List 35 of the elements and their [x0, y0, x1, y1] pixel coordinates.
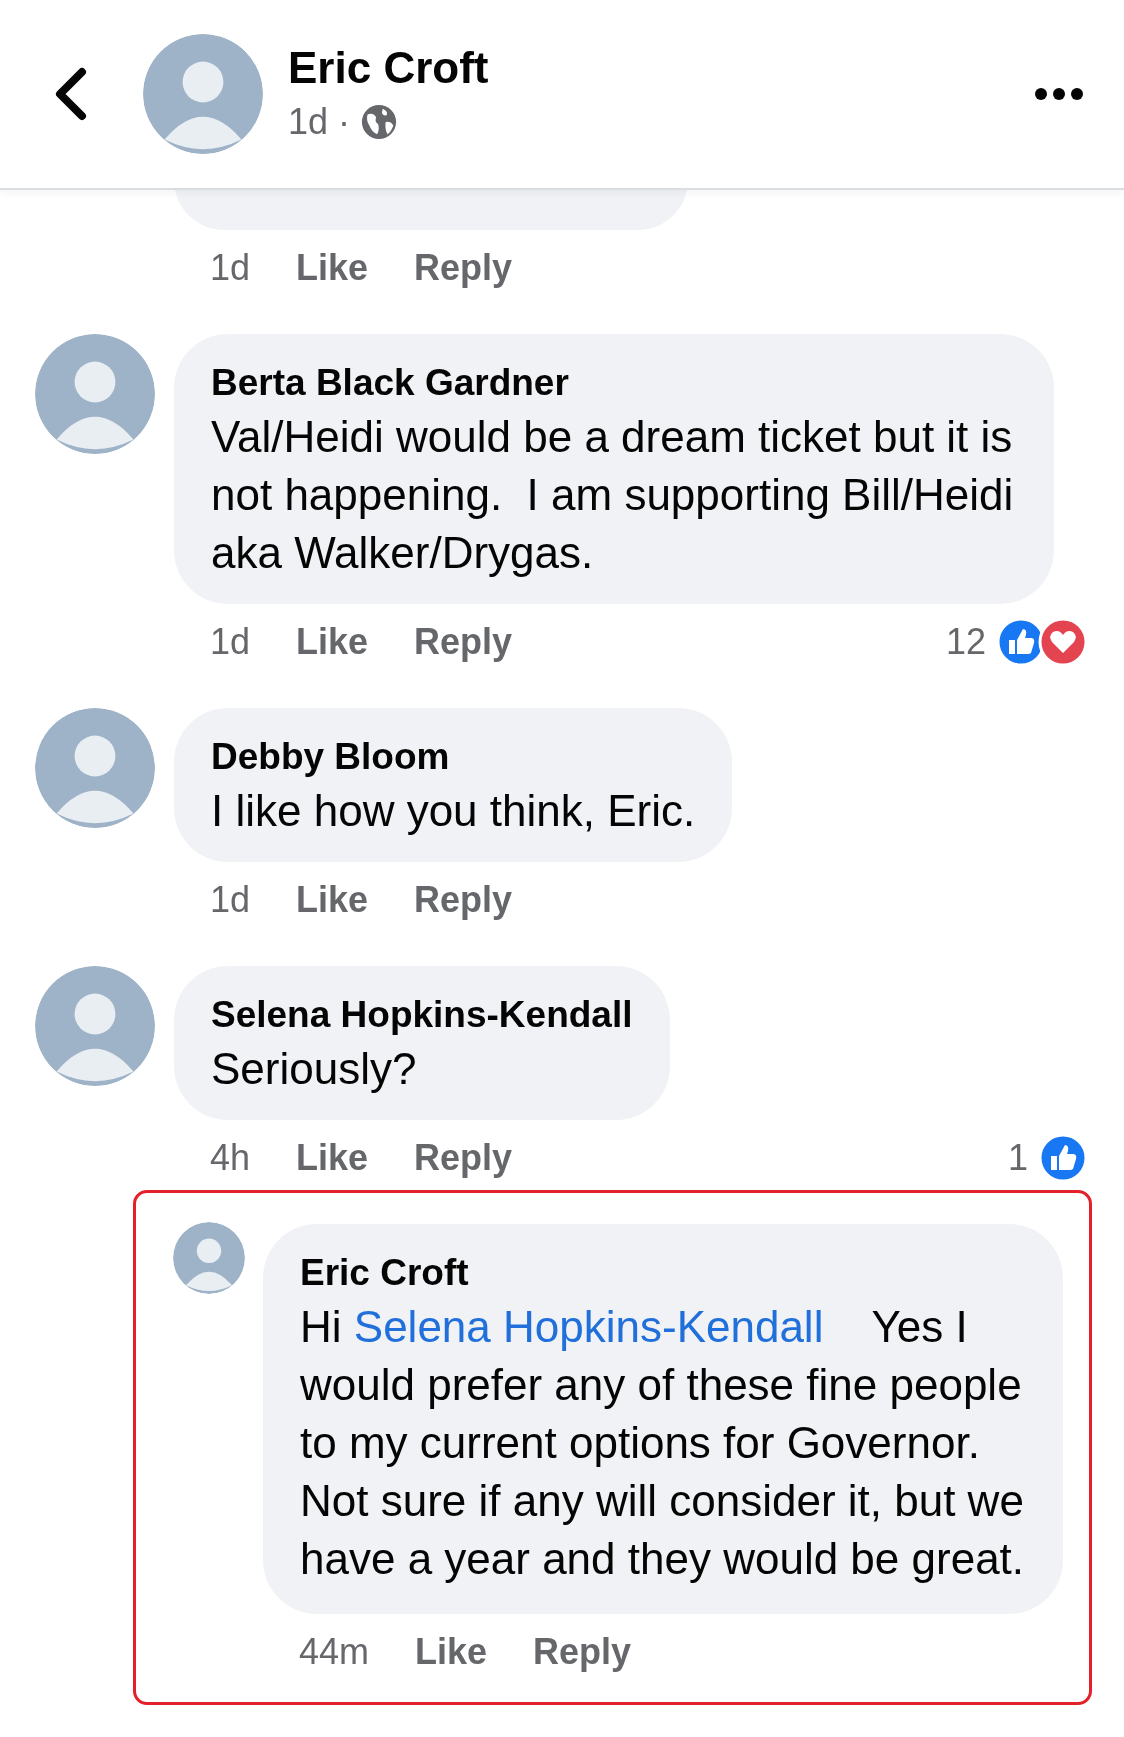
globe-icon	[360, 103, 399, 141]
like-link[interactable]: Like	[296, 879, 369, 921]
commenter-name[interactable]: Eric Croft	[300, 1248, 1026, 1298]
comment-time: 1d	[210, 247, 251, 289]
reply-link[interactable]: Reply	[414, 621, 513, 663]
reaction-count[interactable]: 12	[945, 621, 986, 663]
comment-text: Hi Selena Hopkins-Kendall Yes I would prefer any of these fine people to my current options for Governor. Not sure if any will consider it, but we have a year and they would be great.	[300, 1301, 1026, 1585]
author-name[interactable]: Eric Croft	[288, 40, 1034, 96]
comment-time: 44m	[299, 1631, 370, 1673]
reaction-count[interactable]: 1	[1007, 1137, 1028, 1179]
comment-text: Val/Heidi would be a dream ticket but it is not happening. I am supporting Bill/Heidi aka Walker/Drygas.	[211, 411, 1015, 579]
mention-link[interactable]: Selena Hopkins-Kendall	[353, 1302, 824, 1351]
commenter-name[interactable]: Debby Bloom	[211, 732, 696, 782]
comment-time: 4h	[210, 1137, 251, 1179]
avatar-icon	[35, 334, 155, 454]
comment-text: I like how you think, Eric.	[211, 785, 696, 837]
avatar-icon	[35, 966, 155, 1086]
more-icon[interactable]	[1034, 86, 1084, 102]
reply-link[interactable]: Reply	[533, 1631, 632, 1673]
comment-time: 1d	[210, 879, 251, 921]
avatar-icon	[143, 34, 263, 154]
post-time: 1d ·	[288, 100, 351, 144]
comment-time: 1d	[210, 621, 251, 663]
like-link[interactable]: Like	[296, 247, 369, 289]
reply-link[interactable]: Reply	[414, 879, 513, 921]
commenter-name[interactable]: Berta Black Gardner	[211, 358, 1017, 408]
commenter-name[interactable]: Selena Hopkins-Kendall	[211, 990, 633, 1040]
like-link[interactable]: Like	[296, 1137, 369, 1179]
avatar-icon	[35, 708, 155, 828]
comment-text: Seriously?	[211, 1043, 418, 1095]
avatar-icon	[173, 1222, 245, 1294]
reply-link[interactable]: Reply	[414, 1137, 513, 1179]
reply-link[interactable]: Reply	[414, 247, 513, 289]
like-link[interactable]: Like	[415, 1631, 488, 1673]
like-link[interactable]: Like	[296, 621, 369, 663]
